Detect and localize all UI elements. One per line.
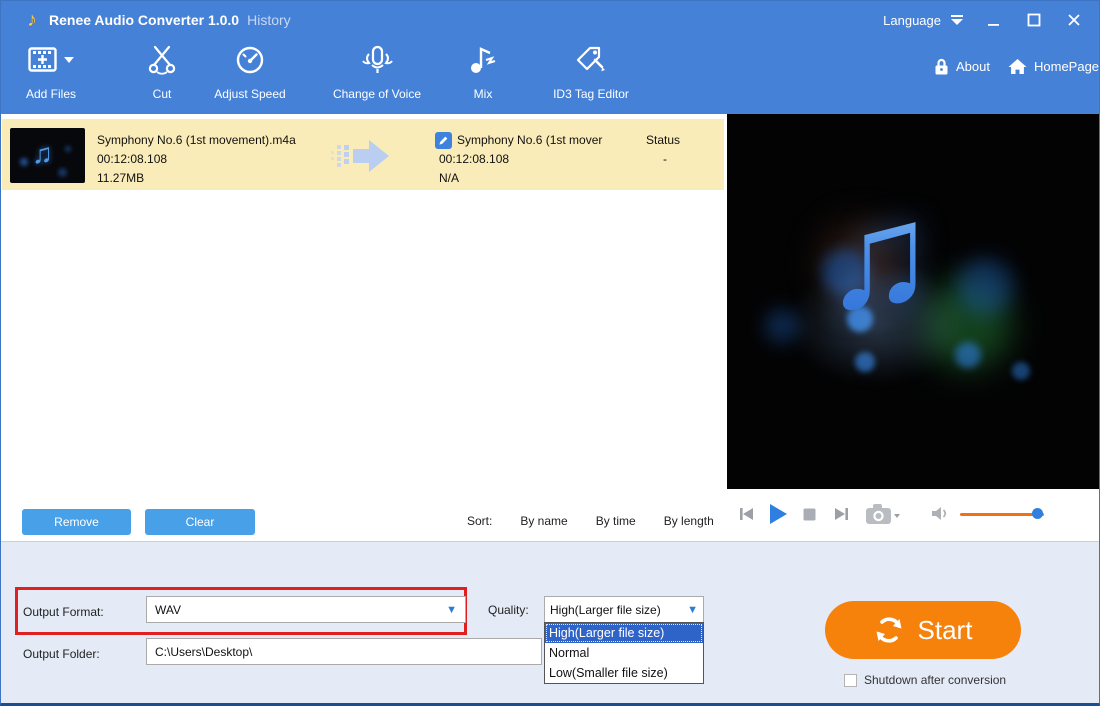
- toolbar-mix[interactable]: Mix: [453, 39, 513, 101]
- mix-note-icon: [468, 45, 498, 75]
- volume-slider-knob[interactable]: [1032, 508, 1043, 519]
- app-window: ♪ Renee Audio Converter 1.0.0 History La…: [0, 0, 1100, 706]
- output-folder-label: Output Folder:: [23, 647, 100, 661]
- status-column-label: Status: [646, 133, 680, 147]
- output-folder-value: C:\Users\Desktop\: [155, 645, 252, 659]
- homepage-link[interactable]: HomePage: [1008, 58, 1099, 75]
- play-button[interactable]: [767, 502, 789, 526]
- dropdown-arrow-icon: ▼: [687, 604, 698, 616]
- title-bar: ♪ Renee Audio Converter 1.0.0 History La…: [1, 1, 1099, 39]
- volume-mute-button[interactable]: [931, 506, 950, 521]
- next-track-button[interactable]: [833, 506, 849, 522]
- shutdown-option: Shutdown after conversion: [844, 673, 1006, 687]
- output-format-dropdown[interactable]: WAV ▼: [146, 596, 466, 623]
- sort-by-length[interactable]: By length: [664, 514, 714, 528]
- add-files-icon: [28, 46, 60, 74]
- app-logo-music-note-icon: ♪: [27, 9, 37, 32]
- toolbar-change-of-voice[interactable]: Change of Voice: [322, 39, 432, 101]
- about-link[interactable]: About: [934, 58, 990, 75]
- quality-label: Quality:: [488, 603, 529, 617]
- cut-scissors-icon: [147, 45, 177, 75]
- header: ♪ Renee Audio Converter 1.0.0 History La…: [1, 1, 1099, 114]
- previous-track-button[interactable]: [739, 506, 755, 522]
- quality-option-normal[interactable]: Normal: [545, 643, 703, 663]
- refresh-icon: [874, 615, 904, 645]
- edit-output-name-button[interactable]: [435, 132, 452, 149]
- toolbar-adjust-speed[interactable]: Adjust Speed: [205, 39, 295, 101]
- clear-button[interactable]: Clear: [145, 509, 255, 535]
- language-label: Language: [883, 13, 941, 28]
- stop-button[interactable]: [803, 508, 816, 521]
- toolbar-id3-tag-editor[interactable]: ID3 Tag Editor: [541, 39, 641, 101]
- conversion-arrow-icon: [330, 137, 394, 175]
- toolbar-label: ID3 Tag Editor: [541, 87, 641, 101]
- start-button-label: Start: [918, 615, 973, 646]
- output-file-size: N/A: [439, 171, 459, 185]
- sort-by-time[interactable]: By time: [596, 514, 636, 528]
- toolbar-label: Adjust Speed: [205, 87, 295, 101]
- source-file-name: Symphony No.6 (1st movement).m4a: [97, 131, 296, 150]
- tag-pencil-icon: [575, 45, 607, 75]
- microphone-icon: [359, 45, 395, 75]
- toolbar-label: Cut: [132, 87, 192, 101]
- quality-option-low[interactable]: Low(Smaller file size): [545, 663, 703, 683]
- pencil-icon: [438, 135, 449, 146]
- snapshot-camera-button[interactable]: [865, 503, 901, 525]
- minimize-button[interactable]: [983, 9, 1005, 31]
- homepage-label: HomePage: [1034, 59, 1099, 74]
- file-thumbnail: ♫: [10, 128, 85, 183]
- app-title: Renee Audio Converter 1.0.0: [49, 12, 239, 28]
- maximize-button[interactable]: [1023, 9, 1045, 31]
- source-file-size: 11.27MB: [97, 169, 296, 188]
- close-button[interactable]: [1063, 9, 1085, 31]
- album-art-music-note: ♫: [823, 180, 936, 330]
- toolbar-label: Change of Voice: [322, 87, 432, 101]
- lock-icon: [934, 58, 949, 75]
- thumbnail-music-note-icon: ♫: [32, 138, 53, 170]
- output-folder-field[interactable]: C:\Users\Desktop\: [146, 638, 542, 665]
- home-icon: [1008, 58, 1027, 75]
- shutdown-checkbox-label: Shutdown after conversion: [864, 673, 1006, 687]
- file-list-empty-area: [2, 190, 724, 541]
- sort-bar: Sort: By name By time By length: [467, 514, 714, 528]
- quality-dropdown-list: High(Larger file size) Normal Low(Smalle…: [544, 622, 704, 684]
- file-list-row[interactable]: ♫ Symphony No.6 (1st movement).m4a 00:12…: [2, 119, 724, 190]
- output-file-name: Symphony No.6 (1st mover: [457, 133, 627, 147]
- quality-value: High(Larger file size): [550, 603, 661, 617]
- output-format-value: WAV: [155, 603, 181, 617]
- shutdown-checkbox[interactable]: [844, 674, 857, 687]
- status-value: -: [663, 152, 667, 166]
- output-settings-panel: Output Format: WAV ▼ Quality: High(Large…: [1, 541, 1100, 704]
- output-file-duration: 00:12:08.108: [439, 152, 509, 166]
- speedometer-icon: [235, 45, 265, 75]
- quality-dropdown[interactable]: High(Larger file size) ▼: [544, 596, 704, 623]
- source-file-duration: 00:12:08.108: [97, 150, 296, 169]
- chevron-down-icon: [949, 14, 965, 26]
- dropdown-arrow-icon: ▼: [446, 604, 457, 616]
- about-label: About: [956, 59, 990, 74]
- sort-by-name[interactable]: By name: [520, 514, 567, 528]
- remove-button[interactable]: Remove: [22, 509, 131, 535]
- player-bar: [727, 489, 1100, 541]
- toolbar-label: Add Files: [11, 87, 91, 101]
- toolbar-add-files[interactable]: Add Files: [11, 39, 91, 101]
- toolbar-label: Mix: [453, 87, 513, 101]
- add-files-dropdown-icon: [64, 56, 74, 64]
- source-file-info: Symphony No.6 (1st movement).m4a 00:12:0…: [97, 131, 296, 188]
- language-menu[interactable]: Language: [883, 13, 965, 28]
- start-button[interactable]: Start: [825, 601, 1021, 659]
- sort-label: Sort:: [467, 514, 492, 528]
- output-format-label: Output Format:: [23, 605, 104, 619]
- toolbar-cut[interactable]: Cut: [132, 39, 192, 101]
- app-subtitle: History: [247, 12, 291, 28]
- album-art-preview: ♫: [727, 114, 1100, 489]
- quality-option-high[interactable]: High(Larger file size): [545, 623, 703, 643]
